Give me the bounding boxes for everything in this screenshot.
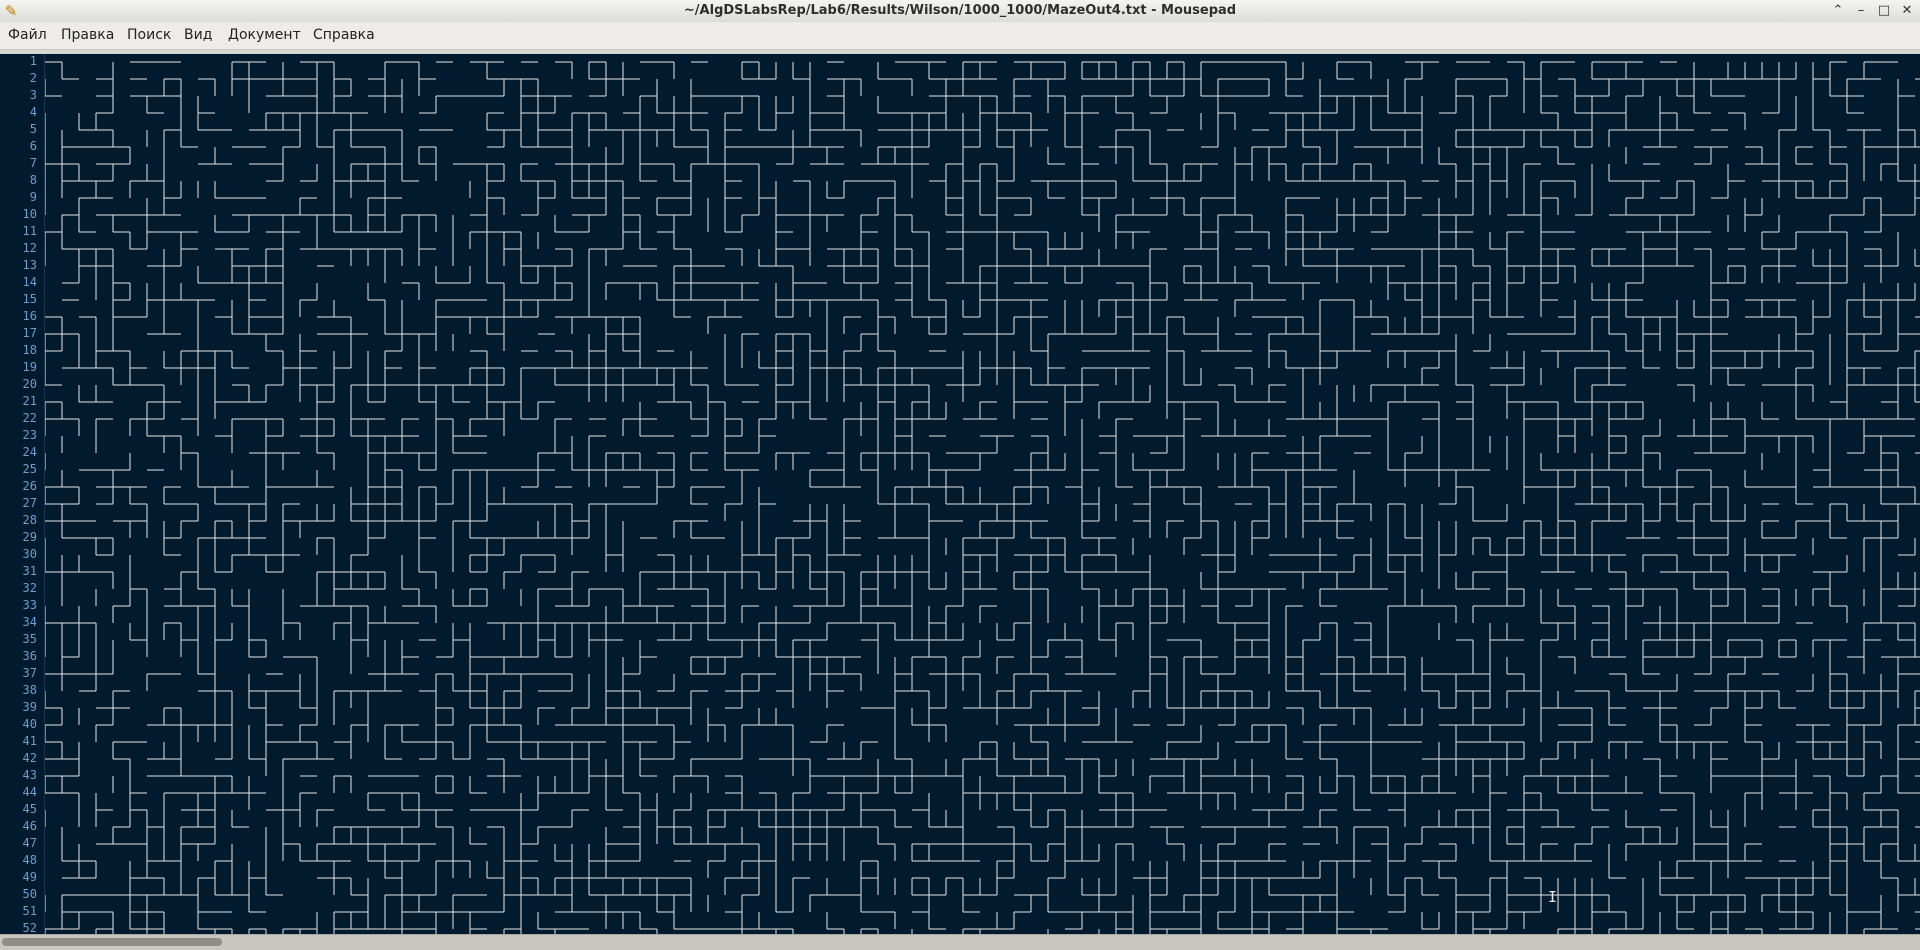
line-number: 46 <box>22 819 37 833</box>
line-number: 17 <box>22 326 37 340</box>
line-number: 42 <box>22 751 37 765</box>
text-editor[interactable]: 1 2 3 4 5 6 7 8 9 10 11 12 13 14 15 16 17 18 19 20 21 22 23 24 2… <box>0 54 1920 934</box>
line-number: 5 <box>29 122 37 136</box>
line-number: 32 <box>22 581 37 595</box>
menu-help[interactable]: Справка <box>313 22 375 49</box>
line-number: 11 <box>22 224 37 238</box>
chevron-up-icon[interactable]: ⌃ <box>1829 2 1847 20</box>
line-number: 6 <box>29 139 37 153</box>
line-number: 18 <box>22 343 37 357</box>
close-icon[interactable]: ✕ <box>1898 2 1916 20</box>
line-number: 13 <box>22 258 37 272</box>
line-number: 48 <box>22 853 37 867</box>
menu-document[interactable]: Документ <box>228 22 301 49</box>
menu-bar: Файл Правка Поиск Вид Документ Справка <box>0 22 1920 50</box>
line-number: 4 <box>29 105 37 119</box>
document-text-area[interactable]: I <box>45 54 1920 934</box>
maze-walls <box>45 61 1920 934</box>
line-number: 24 <box>22 445 37 459</box>
window-title: ~/AlgDSLabsRep/Lab6/Results/Wilson/1000_… <box>683 3 1237 18</box>
menu-search[interactable]: Поиск <box>127 22 171 49</box>
line-number: 10 <box>22 207 37 221</box>
minimize-icon[interactable]: – <box>1852 2 1870 20</box>
line-number: 44 <box>22 785 37 799</box>
line-number: 49 <box>22 870 37 884</box>
line-number: 21 <box>22 394 37 408</box>
line-number: 27 <box>22 496 37 510</box>
line-number: 34 <box>22 615 37 629</box>
line-number: 50 <box>22 887 37 901</box>
line-number: 40 <box>22 717 37 731</box>
line-number: 20 <box>22 377 37 391</box>
line-number: 29 <box>22 530 37 544</box>
line-number: 33 <box>22 598 37 612</box>
line-number: 16 <box>22 309 37 323</box>
line-number: 38 <box>22 683 37 697</box>
line-number: 36 <box>22 649 37 663</box>
line-number: 7 <box>29 156 37 170</box>
line-number: 47 <box>22 836 37 850</box>
line-number: 19 <box>22 360 37 374</box>
line-number: 2 <box>29 71 37 85</box>
line-number: 1 <box>29 54 37 68</box>
line-number: 23 <box>22 428 37 442</box>
line-number: 9 <box>29 190 37 204</box>
line-number: 43 <box>22 768 37 782</box>
line-number: 15 <box>22 292 37 306</box>
line-number: 8 <box>29 173 37 187</box>
menu-view[interactable]: Вид <box>184 22 212 49</box>
horizontal-scrollbar[interactable] <box>0 934 1920 950</box>
scrollbar-thumb[interactable] <box>2 938 222 946</box>
line-number: 14 <box>22 275 37 289</box>
line-number: 26 <box>22 479 37 493</box>
line-number: 35 <box>22 632 37 646</box>
line-number: 31 <box>22 564 37 578</box>
maze-text-content <box>45 61 1920 934</box>
line-number: 30 <box>22 547 37 561</box>
line-number: 28 <box>22 513 37 527</box>
line-number: 39 <box>22 700 37 714</box>
text-cursor-icon: I <box>1548 888 1558 906</box>
line-number: 25 <box>22 462 37 476</box>
line-number: 45 <box>22 802 37 816</box>
line-number: 12 <box>22 241 37 255</box>
menu-file[interactable]: Файл <box>8 22 47 49</box>
line-number: 22 <box>22 411 37 425</box>
line-number: 51 <box>22 904 37 918</box>
line-number: 41 <box>22 734 37 748</box>
line-number: 3 <box>29 88 37 102</box>
maximize-icon[interactable]: □ <box>1875 2 1893 20</box>
line-number-gutter: 1 2 3 4 5 6 7 8 9 10 11 12 13 14 15 16 17 18 19 20 21 22 23 24 2… <box>0 54 45 934</box>
menu-edit[interactable]: Правка <box>61 22 114 49</box>
title-bar: ✎ ~/AlgDSLabsRep/Lab6/Results/Wilson/100… <box>0 0 1920 23</box>
line-number: 37 <box>22 666 37 680</box>
line-number: 52 <box>22 921 37 934</box>
